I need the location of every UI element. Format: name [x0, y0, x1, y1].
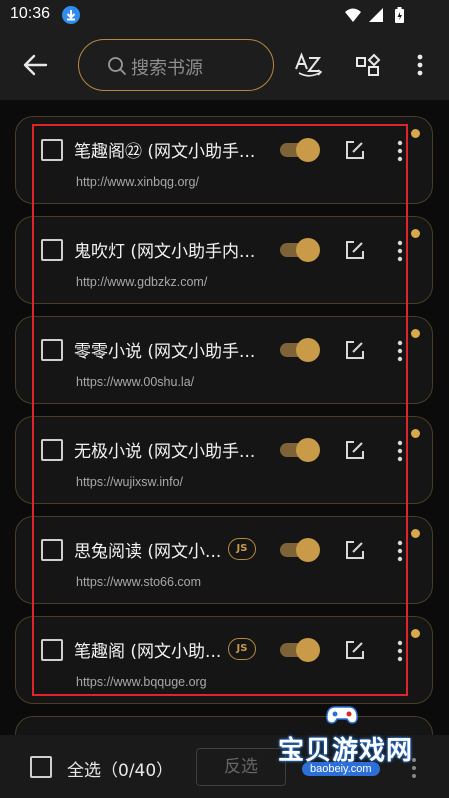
- source-url: https://www.sto66.com: [76, 575, 202, 589]
- status-dot: [411, 129, 420, 138]
- wifi-icon: [345, 8, 361, 22]
- download-icon: [62, 6, 80, 24]
- source-title: 零零小说 (网文小助手...: [74, 342, 256, 362]
- signal-icon: [369, 8, 383, 22]
- more-vert-icon[interactable]: [413, 52, 427, 78]
- status-dot: [411, 229, 420, 238]
- more-vert-icon[interactable]: [396, 439, 404, 463]
- source-checkbox[interactable]: [41, 539, 63, 561]
- edit-icon[interactable]: [344, 339, 366, 361]
- source-title: 笔趣阁 (网文小助...: [74, 642, 222, 662]
- gamepad-icon: [324, 702, 360, 728]
- watermark: 宝贝游戏网 baobeiy.com: [268, 700, 428, 790]
- search-box[interactable]: 搜索书源: [78, 39, 274, 91]
- enable-toggle[interactable]: [280, 338, 320, 362]
- battery-icon: [395, 7, 404, 23]
- js-badge: JS: [228, 538, 256, 560]
- source-title: 思兔阅读 (网文小...: [74, 542, 222, 562]
- source-checkbox[interactable]: [41, 439, 63, 461]
- source-card[interactable]: 思兔阅读 (网文小... JS https://www.sto66.com: [15, 516, 433, 604]
- source-url: http://www.xinbqg.org/: [76, 175, 199, 189]
- select-all-label[interactable]: 全选（0/40）: [67, 756, 173, 781]
- source-card[interactable]: 笔趣阁 (网文小助... JS https://www.bqquge.org: [15, 616, 433, 704]
- enable-toggle[interactable]: [280, 638, 320, 662]
- source-url: https://wujixsw.info/: [76, 475, 183, 489]
- source-card[interactable]: 无极小说 (网文小助手... https://wujixsw.info/: [15, 416, 433, 504]
- source-url: https://www.bqquge.org: [76, 675, 207, 689]
- enable-toggle[interactable]: [280, 538, 320, 562]
- toolbar: 搜索书源: [0, 30, 449, 100]
- source-title: 鬼吹灯 (网文小助手内...: [74, 242, 256, 262]
- source-checkbox[interactable]: [41, 339, 63, 361]
- more-vert-icon[interactable]: [396, 139, 404, 163]
- more-vert-icon[interactable]: [396, 239, 404, 263]
- sort-az-icon[interactable]: [294, 51, 326, 79]
- status-bar: 10:36: [0, 0, 449, 30]
- edit-icon[interactable]: [344, 539, 366, 561]
- source-checkbox[interactable]: [41, 239, 63, 261]
- edit-icon[interactable]: [344, 439, 366, 461]
- enable-toggle[interactable]: [280, 138, 320, 162]
- edit-icon[interactable]: [344, 639, 366, 661]
- status-time: 10:36: [10, 5, 51, 22]
- watermark-subtitle: baobeiy.com: [302, 762, 380, 776]
- edit-icon[interactable]: [344, 239, 366, 261]
- source-url: http://www.gdbzkz.com/: [76, 275, 208, 289]
- source-card[interactable]: 鬼吹灯 (网文小助手内... http://www.gdbzkz.com/: [15, 216, 433, 304]
- source-list[interactable]: 笔趣阁㉒ (网文小助手... http://www.xinbqg.org/ 鬼吹…: [0, 100, 449, 735]
- status-dot: [411, 629, 420, 638]
- status-icons: [343, 6, 413, 28]
- source-title: 无极小说 (网文小助手...: [74, 442, 256, 462]
- source-title: 笔趣阁㉒ (网文小助手...: [74, 142, 256, 162]
- source-checkbox[interactable]: [41, 139, 63, 161]
- status-dot: [411, 329, 420, 338]
- source-checkbox[interactable]: [41, 639, 63, 661]
- status-dot: [411, 429, 420, 438]
- enable-toggle[interactable]: [280, 438, 320, 462]
- more-vert-icon[interactable]: [396, 539, 404, 563]
- more-vert-icon[interactable]: [396, 639, 404, 663]
- edit-icon[interactable]: [344, 139, 366, 161]
- more-vert-icon[interactable]: [396, 339, 404, 363]
- source-url: https://www.00shu.la/: [76, 375, 195, 389]
- select-all-checkbox[interactable]: [30, 756, 52, 778]
- group-icon[interactable]: [355, 52, 383, 78]
- back-arrow-icon[interactable]: [20, 52, 50, 78]
- js-badge: JS: [228, 638, 256, 660]
- source-card[interactable]: 笔趣阁㉒ (网文小助手... http://www.xinbqg.org/: [15, 116, 433, 204]
- search-icon: [107, 56, 127, 76]
- source-card[interactable]: 零零小说 (网文小助手... https://www.00shu.la/: [15, 316, 433, 404]
- enable-toggle[interactable]: [280, 238, 320, 262]
- search-input[interactable]: 搜索书源: [131, 54, 203, 80]
- status-dot: [411, 529, 420, 538]
